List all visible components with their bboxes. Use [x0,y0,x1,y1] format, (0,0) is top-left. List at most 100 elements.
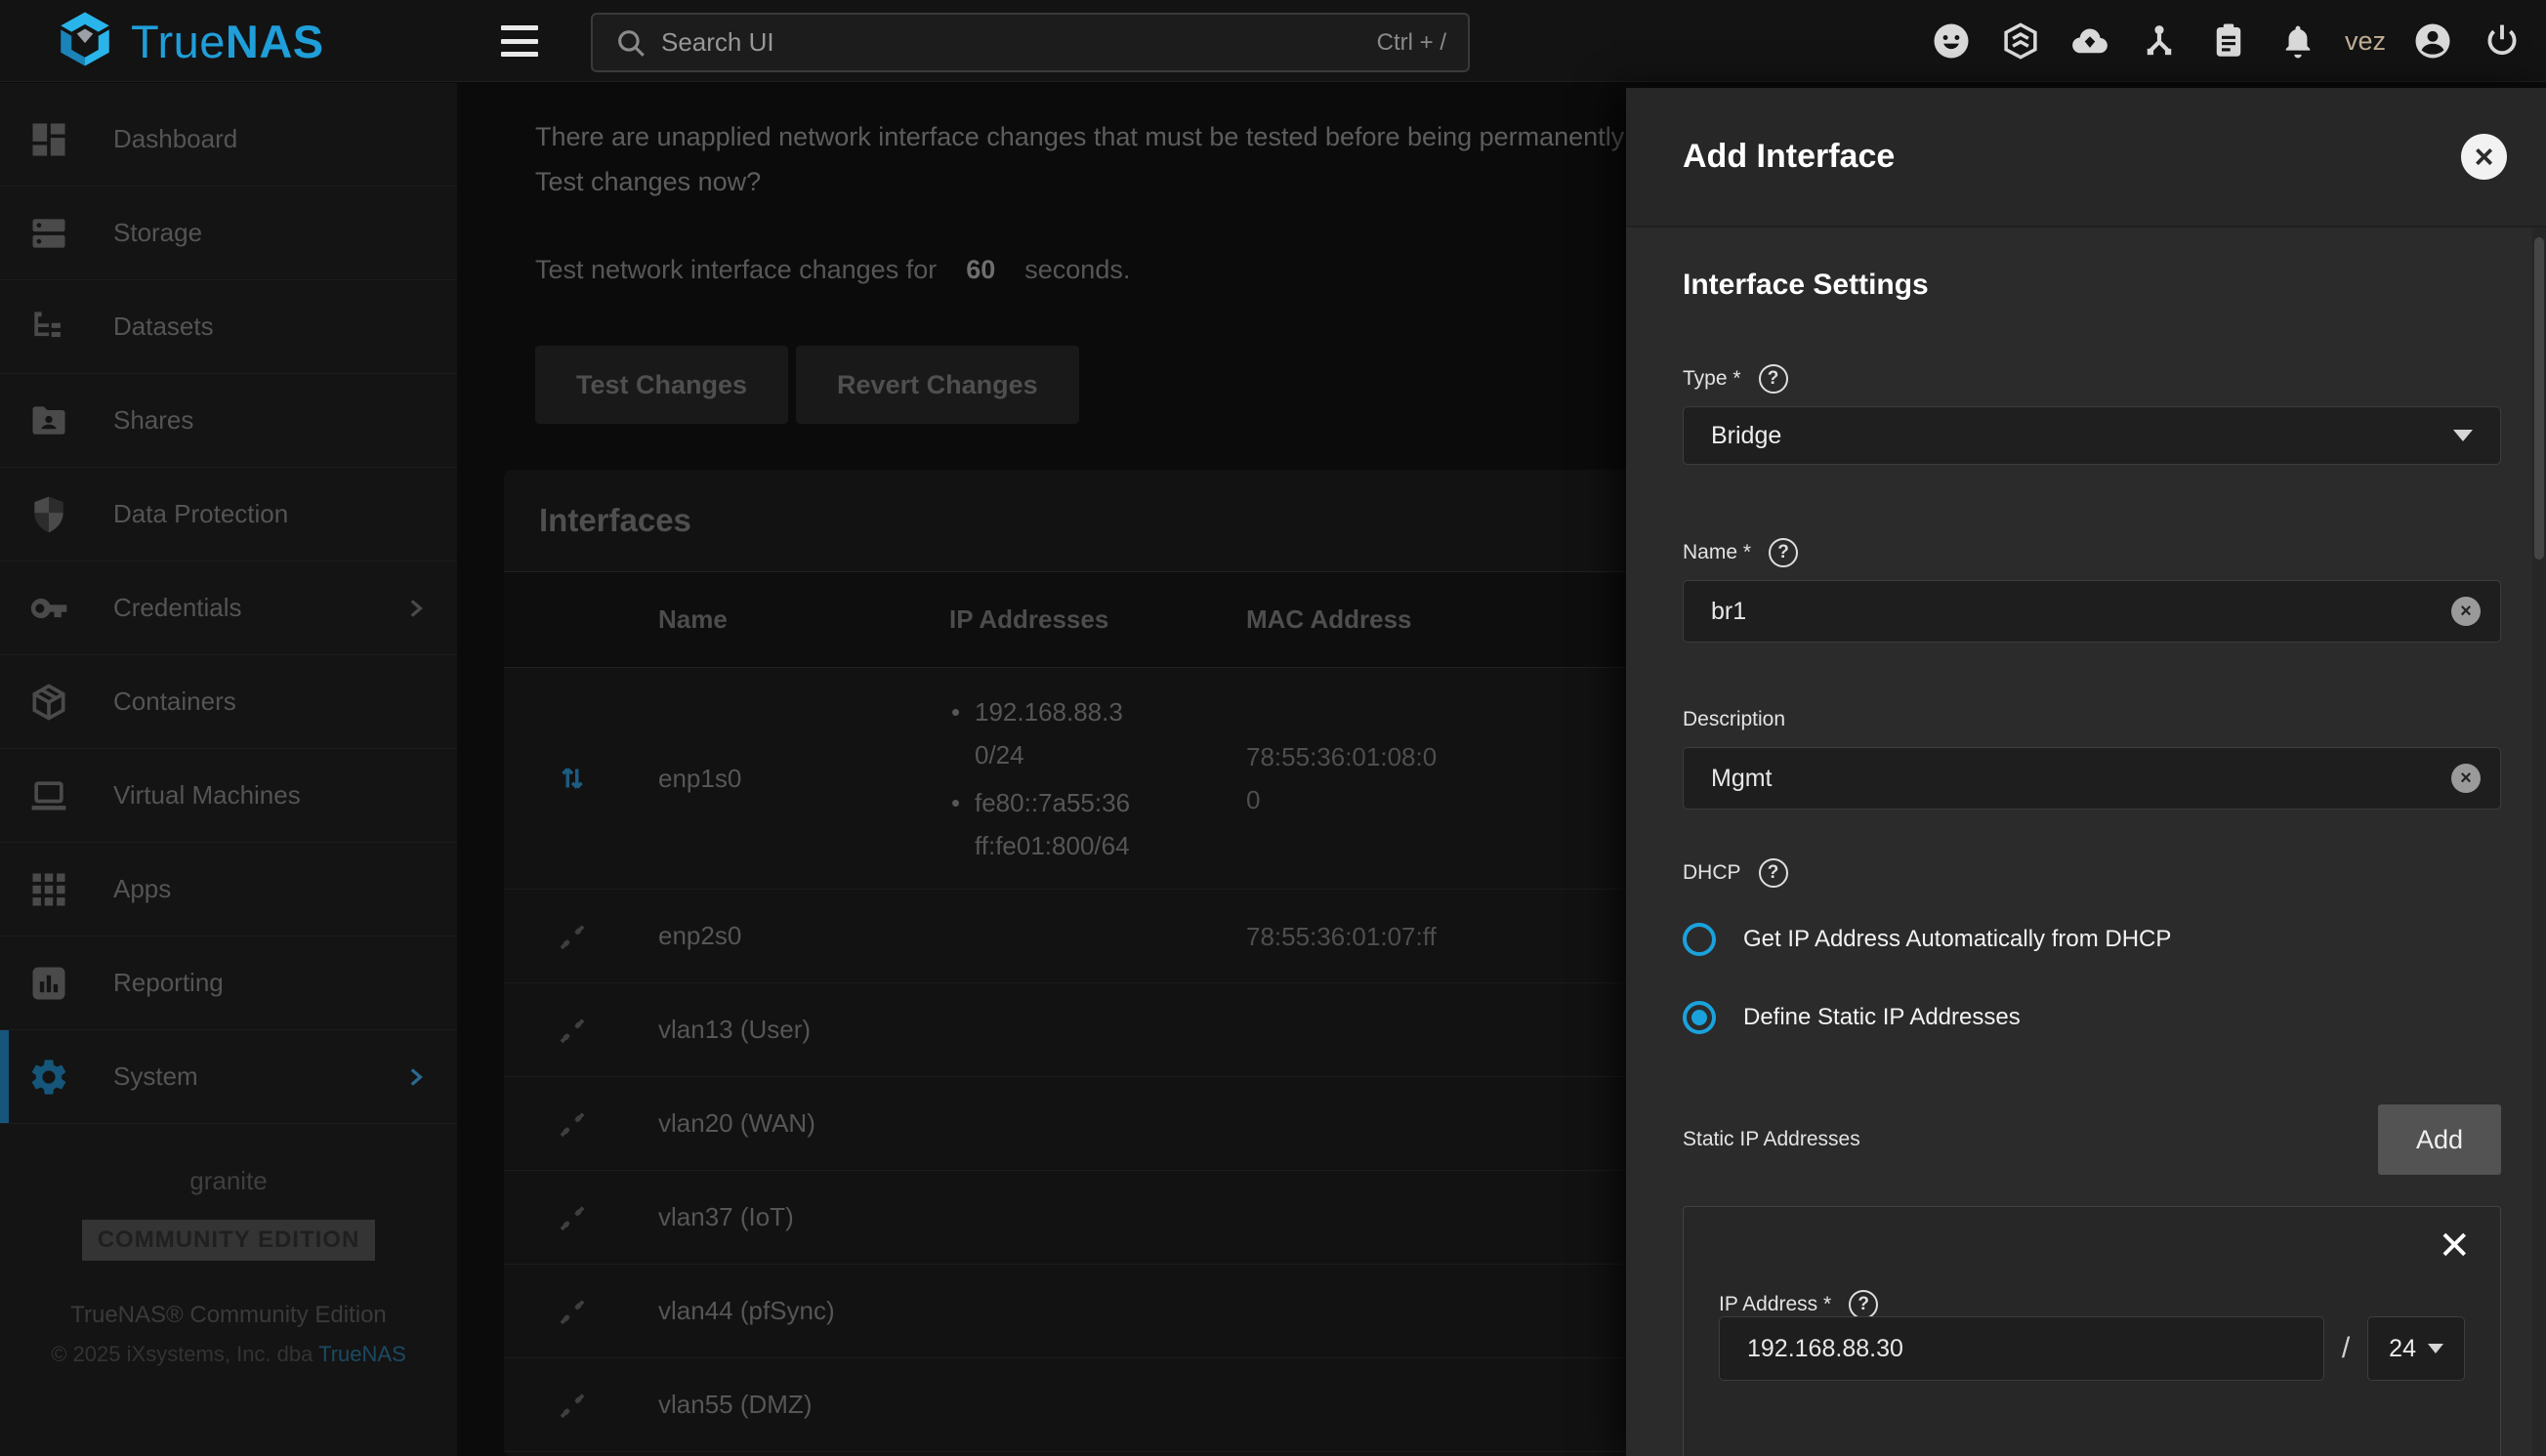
panel-title: Add Interface [1683,138,2461,176]
help-icon[interactable]: ? [1849,1290,1878,1319]
scrollbar-thumb[interactable] [2534,237,2544,560]
panel-scrollbar[interactable] [2532,228,2546,1456]
edition-badge: COMMUNITY EDITION [82,1220,376,1261]
radio-unchecked-icon [1683,923,1716,956]
help-icon[interactable]: ? [1769,538,1798,567]
clear-icon[interactable]: × [2451,597,2481,626]
truenas-app: TrueNAS Ctrl + / [0,0,2546,1456]
truenas-logo-text: TrueNAS [131,15,324,68]
sidebar-item-data-protection[interactable]: Data Protection [0,468,457,562]
search-icon [614,26,647,60]
add-interface-panel: Add Interface × Interface Settings Type … [1626,88,2546,1456]
test-seconds-input[interactable]: 60 [966,255,995,284]
edition-label: TrueNAS® Community Edition [0,1302,457,1329]
truenas-connect-cloud-icon[interactable] [2067,19,2112,63]
panel-header: Add Interface × [1626,88,2546,228]
sidebar-nav: Dashboard Storage Datasets Shares Data P… [0,83,457,1456]
ip-address-field-wrap [1719,1316,2324,1381]
virtual-machines-laptop-icon [27,774,70,817]
static-ip-entry-card: ✕ IP Address * ? / 24 [1683,1206,2501,1456]
interface-name: vlan37 (IoT) [641,1202,934,1232]
mac-address: 78:55:36:01:08:00 [1246,735,1441,821]
type-select[interactable]: Bridge [1683,406,2501,465]
truenas-link[interactable]: TrueNAS [318,1342,406,1366]
shares-icon [27,399,70,442]
containers-box-icon [27,681,70,724]
disconnected-icon [504,1293,641,1330]
truecommand-icon[interactable] [1998,19,2043,63]
ip-address: fe80::7a55:36ff:fe01:800/64 [949,781,1137,867]
prefix-length-select[interactable]: 24 [2367,1316,2465,1381]
ip-address-label: IP Address * [1719,1293,1831,1316]
help-icon[interactable]: ? [1759,364,1788,394]
power-icon[interactable] [2480,19,2525,63]
hostname-label: vez [2345,26,2386,57]
interface-name: enp2s0 [641,921,934,951]
sidebar-item-shares[interactable]: Shares [0,374,457,468]
alert-line2: Test changes now? [535,159,1709,204]
system-codename: granite [0,1166,457,1196]
sidebar-item-virtual-machines[interactable]: Virtual Machines [0,749,457,843]
ip-address-input[interactable] [1747,1335,2304,1363]
unapplied-changes-alert: There are unapplied network interface ch… [535,114,1709,204]
clear-icon[interactable]: × [2451,764,2481,793]
sidebar-item-reporting[interactable]: Reporting [0,936,457,1030]
add-static-ip-button[interactable]: Add [2378,1104,2501,1175]
copyright: © 2025 iXsystems, Inc. dba TrueNAS [0,1342,457,1367]
disconnected-icon [504,918,641,955]
radio-checked-icon [1683,1001,1716,1034]
storage-icon [27,212,70,255]
interface-name: vlan44 (pfSync) [641,1296,934,1326]
sidebar-item-storage[interactable]: Storage [0,187,457,280]
sidebar-footer: granite COMMUNITY EDITION TrueNAS® Commu… [0,1166,457,1367]
disconnected-icon [504,1387,641,1424]
interface-settings-heading: Interface Settings [1683,269,2501,302]
truenas-logo[interactable]: TrueNAS [53,8,324,74]
disconnected-icon [504,1199,641,1236]
help-icon[interactable]: ? [1759,858,1788,888]
revert-changes-button[interactable]: Revert Changes [796,346,1079,424]
sidebar-item-credentials[interactable]: Credentials [0,562,457,655]
ip-address: 192.168.88.30/24 [949,690,1137,776]
chevron-down-icon [2428,1344,2443,1353]
test-changes-button[interactable]: Test Changes [535,346,788,424]
interface-name: vlan13 (User) [641,1015,934,1045]
apps-grid-icon [27,868,70,911]
remove-entry-icon[interactable]: ✕ [2438,1227,2471,1266]
sidebar-item-containers[interactable]: Containers [0,655,457,749]
jobs-clipboard-icon[interactable] [2206,19,2251,63]
search-shortcut: Ctrl + / [1377,29,1446,57]
chevron-right-icon [402,596,428,621]
cidr-separator: / [2342,1332,2350,1365]
reporting-chart-icon [27,962,70,1005]
user-avatar-icon[interactable] [2410,19,2455,63]
dhcp-label: DHCP [1683,861,1741,885]
column-ip-addresses: IP Addresses [934,604,1231,635]
chevron-right-icon [402,1064,428,1090]
data-protection-shield-icon [27,493,70,536]
sidebar-item-apps[interactable]: Apps [0,843,457,936]
chevron-down-icon [2453,430,2473,441]
ip-address-list: 192.168.88.30/24 fe80::7a55:36ff:fe01:80… [949,690,1231,867]
datasets-icon [27,306,70,349]
disconnected-icon [504,1105,641,1143]
search-input[interactable] [661,27,1377,58]
type-label: Type * [1683,367,1741,391]
close-icon[interactable]: × [2461,134,2507,180]
feedback-smiley-icon[interactable] [1929,19,1974,63]
sidebar-item-dashboard[interactable]: Dashboard [0,93,457,187]
global-search[interactable]: Ctrl + / [591,13,1470,72]
directory-services-icon[interactable] [2137,19,2182,63]
menu-icon[interactable] [501,25,538,57]
sidebar-item-system[interactable]: System [0,1030,457,1124]
dhcp-auto-radio[interactable]: Get IP Address Automatically from DHCP [1683,921,2501,958]
name-input[interactable] [1711,598,2451,626]
topbar-actions: vez [1904,0,2525,82]
description-input[interactable] [1711,765,2451,793]
system-gear-icon [27,1056,70,1099]
alerts-bell-icon[interactable] [2275,19,2320,63]
description-field-wrap: × [1683,747,2501,810]
sidebar-item-datasets[interactable]: Datasets [0,280,457,374]
static-ip-radio[interactable]: Define Static IP Addresses [1683,999,2501,1036]
name-label: Name * [1683,541,1751,564]
